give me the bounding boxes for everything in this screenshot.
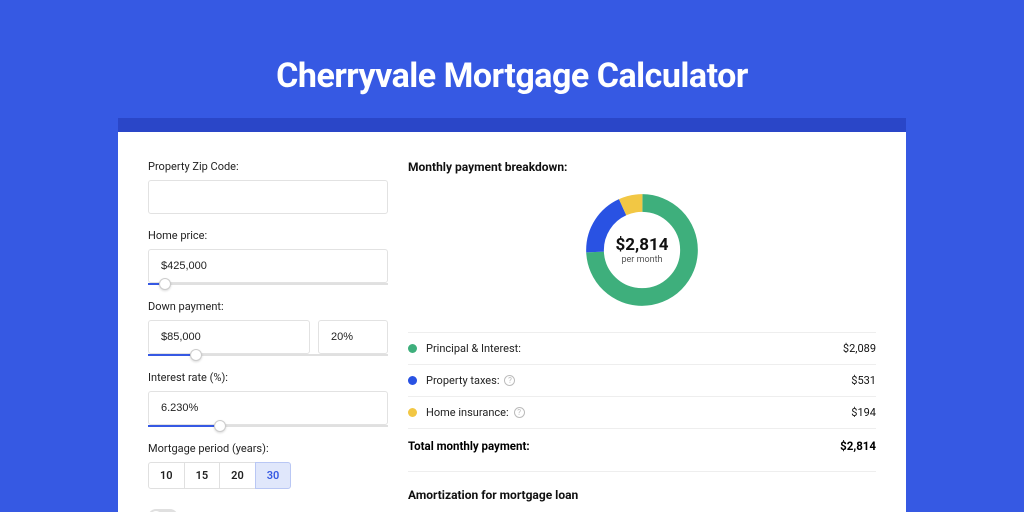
breakdown-title: Monthly payment breakdown: [408,160,876,174]
calculator-card: Property Zip Code: Home price: Down paym… [118,132,906,512]
zip-input[interactable] [148,180,388,214]
interest-slider[interactable] [148,425,388,427]
home-price-input[interactable] [148,249,388,283]
donut-sub: per month [621,255,662,265]
down-payment-slider[interactable] [148,354,388,356]
period-15-button[interactable]: 15 [184,462,221,489]
interest-field: Interest rate (%): [148,371,388,427]
interest-label: Interest rate (%): [148,371,388,384]
card-shadow [118,118,906,132]
down-payment-field: Down payment: [148,300,388,356]
total-label: Total monthly payment: [408,439,530,453]
home-price-slider[interactable] [148,283,388,285]
zip-field: Property Zip Code: [148,160,388,214]
legend-taxes-label: Property taxes: [426,374,499,387]
period-field: Mortgage period (years): 10 15 20 30 [148,442,388,489]
period-30-button[interactable]: 30 [255,462,292,489]
amort-title: Amortization for mortgage loan [408,488,876,502]
total-amount: $2,814 [840,439,876,453]
page-title: Cherryvale Mortgage Calculator [276,56,748,96]
interest-input[interactable] [148,391,388,425]
total-row: Total monthly payment: $2,814 [408,428,876,463]
breakdown-panel: Monthly payment breakdown: $2,814 per mo… [408,160,876,502]
zip-label: Property Zip Code: [148,160,388,173]
amortization-section: Amortization for mortgage loan Amortizat… [408,471,876,512]
period-20-button[interactable]: 20 [219,462,256,489]
dot-principal [408,344,417,353]
legend-row-insurance: Home insurance: ? $194 [408,396,876,428]
dot-insurance [408,408,417,417]
legend-principal-label: Principal & Interest: [426,342,521,355]
legend-row-taxes: Property taxes: ? $531 [408,364,876,396]
legend-insurance-value: $194 [851,406,876,419]
home-price-field: Home price: [148,229,388,285]
legend-insurance-label: Home insurance: [426,406,509,419]
down-payment-label: Down payment: [148,300,388,313]
down-payment-pct-input[interactable] [318,320,388,354]
period-buttons: 10 15 20 30 [148,462,388,489]
period-10-button[interactable]: 10 [148,462,185,489]
legend-taxes-value: $531 [851,374,876,387]
donut-wrap: $2,814 per month [408,188,876,312]
legend-principal-value: $2,089 [843,342,876,355]
period-label: Mortgage period (years): [148,442,388,455]
dot-taxes [408,376,417,385]
info-icon[interactable]: ? [514,407,525,418]
info-icon[interactable]: ? [504,375,515,386]
donut-chart: $2,814 per month [580,188,704,312]
donut-amount: $2,814 [616,235,669,255]
form-panel: Property Zip Code: Home price: Down paym… [148,160,388,502]
home-price-label: Home price: [148,229,388,242]
legend-row-principal: Principal & Interest: $2,089 [408,332,876,364]
down-payment-input[interactable] [148,320,310,354]
